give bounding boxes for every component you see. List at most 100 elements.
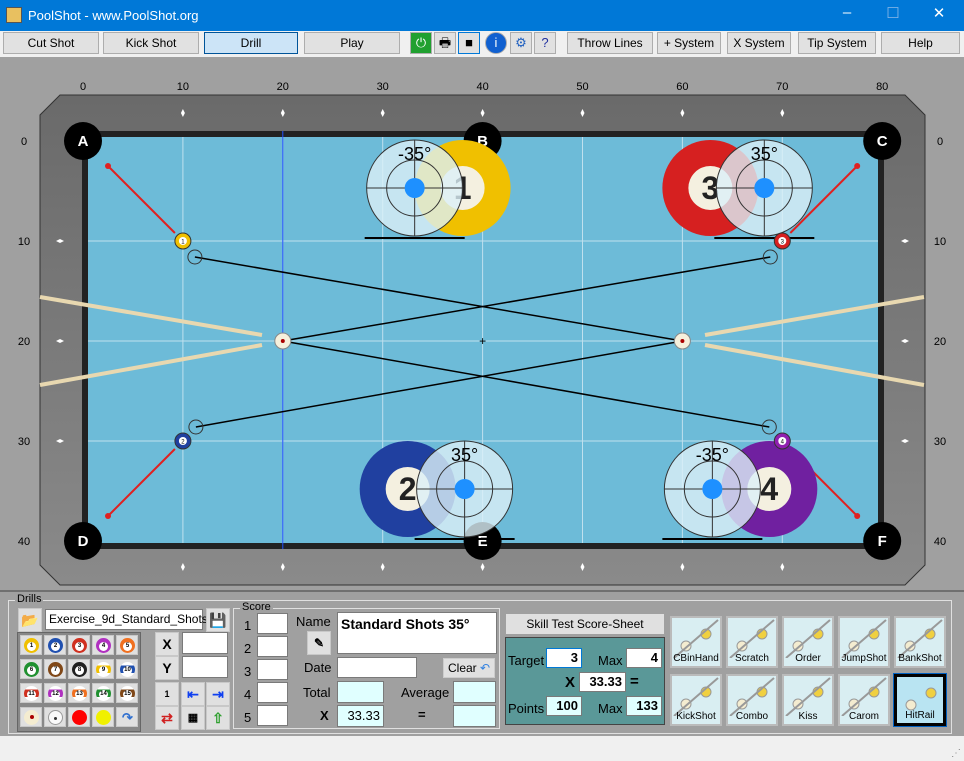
shot-type-icon [785, 619, 831, 659]
ball-button-5[interactable]: 5 [116, 635, 138, 655]
x-coordinate-field[interactable] [182, 632, 228, 654]
pocket-label: A [78, 133, 89, 150]
shot-type-order[interactable]: Order [782, 616, 834, 668]
ball-button-14[interactable]: 14 [92, 683, 114, 703]
total-field [337, 681, 384, 703]
skill-test-score-sheet-button[interactable]: Skill Test Score-Sheet [506, 614, 664, 634]
ball-button-7[interactable]: 7 [44, 659, 66, 679]
shot-type-icon [673, 619, 719, 659]
ghost-ball-button[interactable] [44, 707, 66, 727]
shot-type-jumpshot[interactable]: JumpShot [838, 616, 890, 668]
plus-system-button[interactable]: + System [657, 32, 721, 54]
ball-icon: 2 [48, 638, 63, 653]
minimize-button[interactable]: – [824, 4, 870, 26]
y-tick-label: 0 [21, 136, 27, 148]
camera-icon[interactable]: ■ [458, 32, 480, 54]
arrow-left-icon[interactable]: ⇤ [181, 682, 205, 706]
color-grid-icon[interactable]: ▦ [181, 706, 205, 730]
shot-type-icon [841, 677, 887, 717]
clear-button[interactable]: Clear ↶ [443, 658, 495, 678]
ball-button-13[interactable]: 13 [68, 683, 90, 703]
score-field-3[interactable] [257, 659, 288, 680]
ball-number: 15 [123, 690, 132, 699]
ball-button-10[interactable]: 10 [116, 659, 138, 679]
clear-label: Clear [448, 661, 477, 675]
ball-palette: 1 2 3 4 5 6 7 8 9 10 11 12 13 14 15 ↷ [17, 632, 141, 732]
score-field-5[interactable] [257, 705, 288, 726]
ball-button-9[interactable]: 9 [92, 659, 114, 679]
ball-number: 11 [27, 690, 36, 699]
page-icon[interactable]: 1 [155, 682, 179, 706]
score-field-4[interactable] [257, 682, 288, 703]
shot-type-combo[interactable]: Combo [726, 674, 778, 726]
ball-button-3[interactable]: 3 [68, 635, 90, 655]
shot-type-carom[interactable]: Carom [838, 674, 890, 726]
shot-type-bankshot[interactable]: BankShot [894, 616, 946, 668]
contact-point [702, 479, 723, 499]
contact-point [404, 178, 425, 198]
swap-icon[interactable]: ⇄ [155, 706, 179, 730]
print-icon[interactable]: 🖶 [434, 32, 456, 54]
score-field-1[interactable] [257, 613, 288, 634]
drill-name-field[interactable]: Standard Shots 35° [337, 612, 497, 654]
shot-type-label: Scratch [735, 653, 769, 664]
pool-table[interactable]: 0 10 20 30 40 50 60 70 800 010 1020 2030 3040 40A B CD E… [0, 57, 964, 590]
shot-type-cbinhand[interactable]: CBinHand [670, 616, 722, 668]
x-tick-label: 0 [80, 81, 86, 93]
red-marker-button[interactable] [68, 707, 90, 727]
drill-button[interactable]: Drill [204, 32, 298, 54]
shot-type-kickshot[interactable]: KickShot [670, 674, 722, 726]
target-field[interactable]: 3 [546, 648, 582, 668]
shot-type-label: Kiss [798, 711, 818, 722]
x-tick-label: 80 [876, 81, 888, 93]
redo-icon: ↷ [122, 710, 133, 725]
close-button[interactable]: ✕ [916, 4, 962, 26]
help-doc-icon[interactable]: ? [534, 32, 556, 54]
power-icon[interactable]: ⏻ [410, 32, 432, 54]
yellow-marker-button[interactable] [92, 707, 114, 727]
score-field-2[interactable] [257, 636, 288, 657]
ball-button-12[interactable]: 12 [44, 683, 66, 703]
ball-button-4[interactable]: 4 [92, 635, 114, 655]
ball-button-15[interactable]: 15 [116, 683, 138, 703]
info-icon[interactable]: i [485, 32, 507, 54]
max-points-field: 133 [626, 696, 662, 716]
bottom-panel: Drills 📂 Exercise_9d_Standard_Shots 💾 12… [0, 590, 964, 736]
drill-file-field[interactable]: Exercise_9d_Standard_Shots [45, 609, 208, 630]
multiplier-field: 33.33 [337, 705, 384, 727]
shot-type-hitrail[interactable]: HitRail [893, 673, 947, 727]
ball-button-8[interactable]: 8 [68, 659, 90, 679]
x-system-button[interactable]: X System [727, 32, 791, 54]
arrow-right-icon[interactable]: ⇥ [206, 682, 230, 706]
open-folder-icon[interactable]: 📂 [18, 608, 42, 632]
cut-angle-label: -35° [696, 445, 729, 465]
ball-icon: 9 [96, 662, 111, 677]
edit-name-icon[interactable]: ✎ [307, 631, 331, 655]
settings-icon[interactable]: ⚙ [510, 32, 532, 54]
cut-shot-button[interactable]: Cut Shot [3, 32, 99, 54]
ball-button-2[interactable]: 2 [44, 635, 66, 655]
red-dot-icon [72, 710, 87, 725]
tip-system-button[interactable]: Tip System [798, 32, 876, 54]
shot-type-scratch[interactable]: Scratch [726, 616, 778, 668]
ball-button-1[interactable]: 1 [20, 635, 42, 655]
resize-grip-icon[interactable]: ⋰ [951, 748, 961, 759]
ball-button-6[interactable]: 6 [20, 659, 42, 679]
play-button[interactable]: Play [304, 32, 400, 54]
throw-lines-button[interactable]: Throw Lines [567, 32, 653, 54]
date-field[interactable] [337, 657, 417, 678]
redo-button[interactable]: ↷ [116, 707, 138, 727]
ball-button-11[interactable]: 11 [20, 683, 42, 703]
export-folder-icon[interactable]: ⇧ [206, 706, 230, 730]
shot-type-kiss[interactable]: Kiss [782, 674, 834, 726]
undo-icon: ↶ [480, 661, 491, 675]
max-field[interactable]: 4 [626, 648, 662, 668]
max-points-label: Max [598, 701, 623, 716]
save-icon[interactable]: 💾 [206, 608, 230, 632]
help-button[interactable]: Help [881, 32, 960, 54]
pool-table-area[interactable]: 0 10 20 30 40 50 60 70 80 0 0 10 10 20 20 30 30 40 40 A B C D E… [0, 57, 964, 590]
y-coordinate-field[interactable] [182, 656, 228, 678]
cue-ball-button[interactable] [20, 707, 42, 727]
maximize-button[interactable]: ☐ [870, 4, 916, 26]
kick-shot-button[interactable]: Kick Shot [103, 32, 199, 54]
